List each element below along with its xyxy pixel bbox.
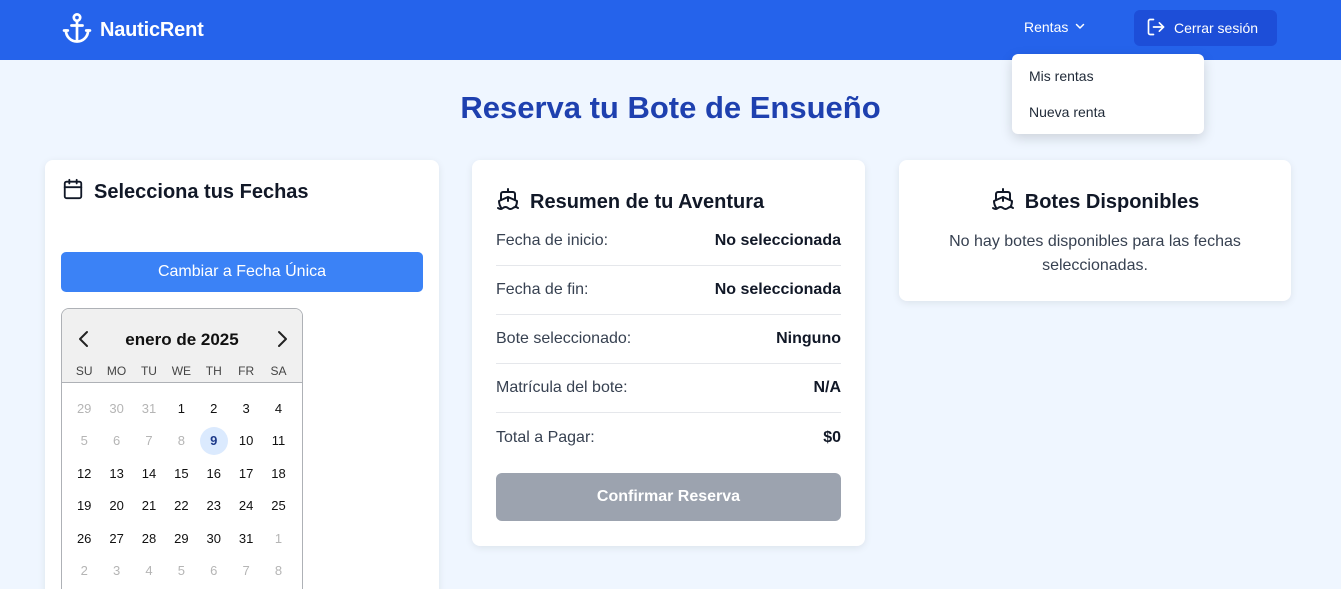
weekday-label: FR bbox=[238, 364, 255, 378]
date-calendar: enero de 2025 SU MO TU WE TH FR SA 29 30 3… bbox=[61, 308, 303, 589]
summary-card: Resumen de tu Aventura Fecha de inicio: … bbox=[472, 160, 865, 546]
calendar-day[interactable]: 3 bbox=[100, 555, 132, 588]
calendar-day[interactable]: 10 bbox=[230, 425, 262, 458]
calendar-day[interactable]: 20 bbox=[100, 490, 132, 523]
calendar-days-grid: 29 30 31 1 2 3 4 5 6 7 8 9 10 11 12 13 14 15 16 17 18 19 20 21 2… bbox=[68, 392, 295, 587]
calendar-day[interactable]: 17 bbox=[230, 457, 262, 490]
calendar-day[interactable]: 27 bbox=[100, 522, 132, 555]
summary-row-value: $0 bbox=[823, 428, 841, 446]
calendar-day[interactable]: 25 bbox=[262, 490, 294, 523]
calendar-day[interactable]: 29 bbox=[165, 522, 197, 555]
calendar-day[interactable]: 1 bbox=[165, 392, 197, 425]
calendar-day[interactable]: 6 bbox=[198, 555, 230, 588]
summary-list: Fecha de inicio: No seleccionada Fecha d… bbox=[496, 217, 841, 462]
summary-row-value: No seleccionada bbox=[714, 281, 841, 298]
calendar-day[interactable]: 15 bbox=[165, 457, 197, 490]
calendar-day[interactable]: 31 bbox=[133, 392, 165, 425]
summary-row-label: Matrícula del bote: bbox=[496, 379, 628, 396]
logout-button[interactable]: Cerrar sesión bbox=[1134, 10, 1277, 46]
ship-icon bbox=[991, 187, 1015, 217]
calendar-day[interactable]: 19 bbox=[68, 490, 100, 523]
calendar-day[interactable]: 9 bbox=[198, 425, 230, 458]
summary-row-end-date: Fecha de fin: No seleccionada bbox=[496, 266, 841, 315]
weekday-label: SA bbox=[270, 364, 287, 378]
summary-row-registration: Matrícula del bote: N/A bbox=[496, 364, 841, 413]
confirm-reservation-button[interactable]: Confirmar Reserva bbox=[496, 473, 841, 521]
calendar-day[interactable]: 24 bbox=[230, 490, 262, 523]
weekday-label: WE bbox=[171, 364, 192, 378]
weekday-label: TU bbox=[140, 364, 157, 378]
dates-card: Selecciona tus Fechas Cambiar a Fecha Ún… bbox=[45, 160, 439, 589]
chevron-down-icon bbox=[1074, 19, 1086, 35]
calendar-day[interactable]: 1 bbox=[262, 522, 294, 555]
calendar-day[interactable]: 30 bbox=[100, 392, 132, 425]
calendar-day[interactable]: 5 bbox=[165, 555, 197, 588]
calendar-day[interactable]: 14 bbox=[133, 457, 165, 490]
calendar-day[interactable]: 12 bbox=[68, 457, 100, 490]
boats-card-header: Botes Disponibles bbox=[899, 187, 1291, 217]
summary-card-header: Resumen de tu Aventura bbox=[496, 187, 764, 217]
calendar-day[interactable]: 18 bbox=[262, 457, 294, 490]
calendar-day[interactable]: 13 bbox=[100, 457, 132, 490]
calendar-icon bbox=[62, 178, 84, 206]
calendar-day[interactable]: 30 bbox=[198, 522, 230, 555]
summary-row-value: No seleccionada bbox=[714, 232, 841, 249]
calendar-day[interactable]: 7 bbox=[230, 555, 262, 588]
calendar-header: enero de 2025 SU MO TU WE TH FR SA bbox=[62, 309, 302, 383]
summary-row-boat: Bote seleccionado: Ninguno bbox=[496, 315, 841, 364]
calendar-day[interactable]: 2 bbox=[68, 555, 100, 588]
dates-card-title: Selecciona tus Fechas bbox=[94, 180, 309, 203]
toggle-single-date-button[interactable]: Cambiar a Fecha Única bbox=[61, 252, 423, 292]
summary-row-label: Fecha de inicio: bbox=[496, 232, 609, 249]
weekday-label: TH bbox=[205, 364, 222, 378]
calendar-day[interactable]: 7 bbox=[133, 425, 165, 458]
summary-row-total: Total a Pagar: $0 bbox=[496, 413, 841, 462]
calendar-day[interactable]: 26 bbox=[68, 522, 100, 555]
calendar-weekdays: SU MO TU WE TH FR SA bbox=[68, 364, 295, 378]
calendar-month-label: enero de 2025 bbox=[125, 330, 239, 349]
summary-row-start-date: Fecha de inicio: No seleccionada bbox=[496, 217, 841, 266]
page-title: Reserva tu Bote de Ensueño bbox=[460, 90, 881, 125]
navbar: NauticRent Rentas Cerrar sesión bbox=[0, 0, 1341, 60]
dates-card-header: Selecciona tus Fechas bbox=[62, 178, 309, 206]
summary-row-label: Total a Pagar: bbox=[496, 428, 595, 446]
logout-label: Cerrar sesión bbox=[1174, 20, 1259, 36]
log-out-icon bbox=[1146, 17, 1166, 40]
calendar-day[interactable]: 4 bbox=[262, 392, 294, 425]
calendar-day[interactable]: 28 bbox=[133, 522, 165, 555]
weekday-label: MO bbox=[106, 364, 127, 378]
calendar-day[interactable]: 5 bbox=[68, 425, 100, 458]
calendar-day[interactable]: 21 bbox=[133, 490, 165, 523]
calendar-day[interactable]: 2 bbox=[198, 392, 230, 425]
ship-icon bbox=[496, 187, 520, 217]
calendar-day[interactable]: 6 bbox=[100, 425, 132, 458]
rentas-label: Rentas bbox=[1024, 19, 1069, 35]
calendar-day[interactable]: 3 bbox=[230, 392, 262, 425]
calendar-day[interactable]: 11 bbox=[262, 425, 294, 458]
calendar-day[interactable]: 8 bbox=[165, 425, 197, 458]
brand-name: NauticRent bbox=[100, 19, 204, 41]
boats-card: Botes Disponibles No hay botes disponibl… bbox=[899, 160, 1291, 301]
calendar-day[interactable]: 29 bbox=[68, 392, 100, 425]
calendar-day[interactable]: 23 bbox=[198, 490, 230, 523]
summary-row-label: Bote seleccionado: bbox=[496, 330, 632, 347]
calendar-day[interactable]: 16 bbox=[198, 457, 230, 490]
boats-card-title: Botes Disponibles bbox=[1024, 190, 1200, 213]
summary-row-label: Fecha de fin: bbox=[496, 281, 589, 298]
calendar-day[interactable]: 8 bbox=[262, 555, 294, 588]
chevron-right-icon[interactable] bbox=[272, 329, 292, 349]
brand-link[interactable]: NauticRent bbox=[62, 12, 204, 49]
weekday-label: SU bbox=[75, 364, 93, 378]
calendar-day[interactable]: 22 bbox=[165, 490, 197, 523]
summary-row-value: Ninguno bbox=[776, 330, 841, 347]
rentas-menu-toggle[interactable]: Rentas bbox=[1024, 19, 1086, 35]
calendar-day[interactable]: 31 bbox=[230, 522, 262, 555]
summary-card-title: Resumen de tu Aventura bbox=[530, 190, 765, 213]
calendar-day[interactable]: 4 bbox=[133, 555, 165, 588]
no-boats-message: No hay botes disponibles para las fechas… bbox=[949, 233, 1241, 274]
summary-row-value: N/A bbox=[813, 379, 841, 396]
anchor-icon bbox=[62, 12, 92, 49]
